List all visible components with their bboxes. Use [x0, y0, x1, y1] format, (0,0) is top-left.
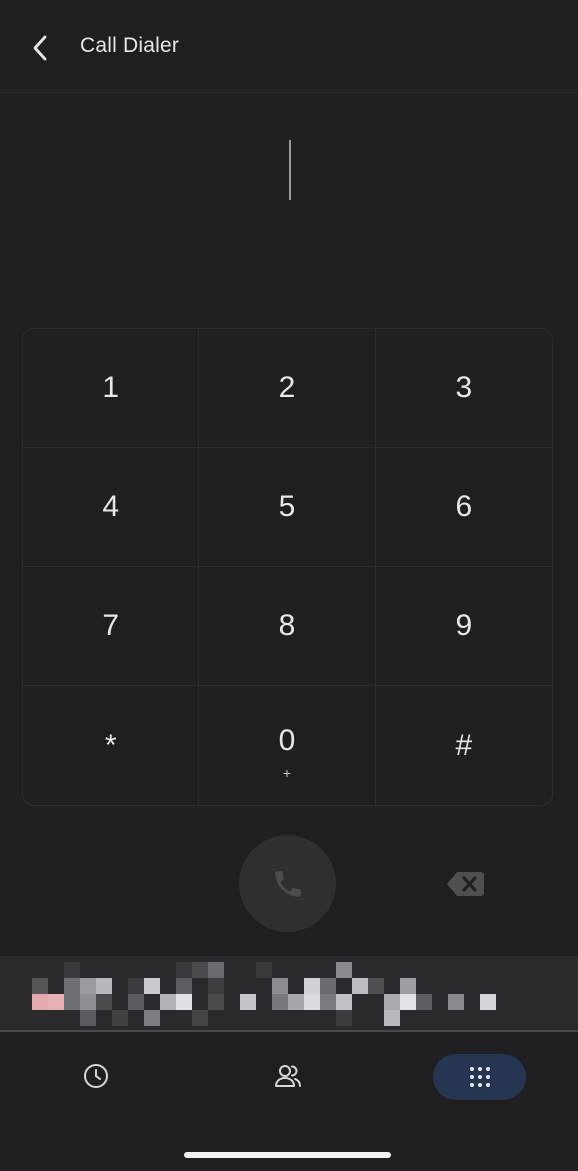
number-input[interactable]: [0, 130, 578, 210]
key-hash[interactable]: #: [376, 686, 552, 805]
redaction-tile: [176, 978, 192, 994]
nav-keypad[interactable]: [433, 1054, 526, 1100]
pixelated-banner: [0, 956, 578, 1032]
redaction-tile: [384, 994, 400, 1010]
chevron-left-icon: [33, 35, 47, 61]
key-6[interactable]: 6: [375, 448, 552, 567]
redaction-tile: [176, 994, 192, 1010]
key-3[interactable]: 3: [375, 329, 552, 448]
redaction-tile: [480, 994, 496, 1010]
key-digit: 4: [102, 490, 119, 523]
redaction-tile: [304, 978, 320, 994]
redaction-tile: [208, 962, 224, 978]
redaction-tile: [80, 1010, 96, 1026]
redaction-tile: [336, 962, 352, 978]
key-9[interactable]: 9: [375, 567, 552, 686]
app-header: Call Dialer: [0, 0, 578, 93]
text-caret: [289, 140, 291, 200]
redaction-tile: [400, 994, 416, 1010]
key-digit: 6: [455, 490, 473, 523]
key-digit: *: [104, 728, 117, 762]
key-1[interactable]: 1: [23, 329, 200, 448]
contacts-icon: [275, 1065, 301, 1087]
nav-contacts[interactable]: [264, 1054, 312, 1098]
redaction-tile: [128, 994, 144, 1010]
redaction-tile: [272, 978, 288, 994]
key-sub-label: +: [282, 764, 292, 781]
key-digit: 3: [455, 371, 473, 404]
redaction-tile: [352, 978, 368, 994]
key-digit: 0: [278, 723, 296, 757]
clock-icon: [84, 1064, 108, 1088]
redaction-tile: [400, 978, 416, 994]
key-digit: 5: [278, 490, 296, 523]
phone-icon: [274, 870, 301, 897]
key-8[interactable]: 8: [199, 567, 376, 686]
page-title: Call Dialer: [80, 34, 180, 57]
redaction-tile: [192, 1010, 208, 1026]
redaction-tile: [144, 1010, 160, 1026]
redaction-tile: [80, 994, 96, 1010]
redaction-tile: [320, 994, 336, 1010]
key-digit: 1: [102, 371, 119, 404]
redaction-tile: [336, 1010, 352, 1026]
key-digit: 9: [455, 609, 473, 642]
key-digit: 7: [102, 609, 119, 642]
back-button[interactable]: [20, 28, 60, 68]
redaction-tile: [144, 978, 160, 994]
redaction-tile: [208, 994, 224, 1010]
key-digit: 2: [278, 371, 296, 404]
redaction-tile: [192, 962, 208, 978]
redaction-tile: [32, 994, 48, 1010]
key-7[interactable]: 7: [23, 567, 200, 686]
redaction-tile: [304, 994, 320, 1010]
call-button[interactable]: [239, 835, 336, 932]
redaction-tile: [48, 994, 64, 1010]
key-star[interactable]: *: [23, 686, 200, 805]
key-5[interactable]: 5: [199, 448, 376, 567]
home-indicator: [184, 1152, 391, 1158]
redaction-tile: [240, 994, 256, 1010]
redaction-tile: [416, 994, 432, 1010]
nav-recents[interactable]: [72, 1054, 120, 1098]
key-2[interactable]: 2: [199, 329, 376, 448]
key-0[interactable]: 0 +: [199, 686, 376, 805]
backspace-button[interactable]: [440, 864, 490, 904]
dialpad-icon: [469, 1067, 490, 1087]
redaction-tile: [368, 978, 384, 994]
key-digit: 8: [278, 609, 296, 642]
dial-keypad: 1 2 3 4 5 6 7 8 9 * 0 + #: [22, 328, 553, 806]
redaction-tile: [176, 962, 192, 978]
bottom-navigation: [0, 1032, 578, 1132]
redaction-tile: [256, 962, 272, 978]
redaction-tile: [128, 978, 144, 994]
redaction-tile: [288, 994, 304, 1010]
redaction-tile: [64, 962, 80, 978]
redaction-tile: [64, 994, 80, 1010]
redaction-tile: [208, 978, 224, 994]
redaction-tile: [336, 994, 352, 1010]
redaction-tile: [32, 978, 48, 994]
redaction-tile: [80, 978, 96, 994]
key-4[interactable]: 4: [23, 448, 200, 567]
key-digit: #: [455, 728, 473, 762]
redaction-tile: [384, 1010, 400, 1026]
redaction-tile: [160, 994, 176, 1010]
redaction-tile: [320, 978, 336, 994]
redaction-tile: [448, 994, 464, 1010]
backspace-icon: [447, 872, 484, 896]
redaction-tile: [272, 994, 288, 1010]
redaction-tile: [112, 1010, 128, 1026]
redaction-tile: [96, 978, 112, 994]
redaction-tile: [96, 994, 112, 1010]
redaction-tile: [64, 978, 80, 994]
